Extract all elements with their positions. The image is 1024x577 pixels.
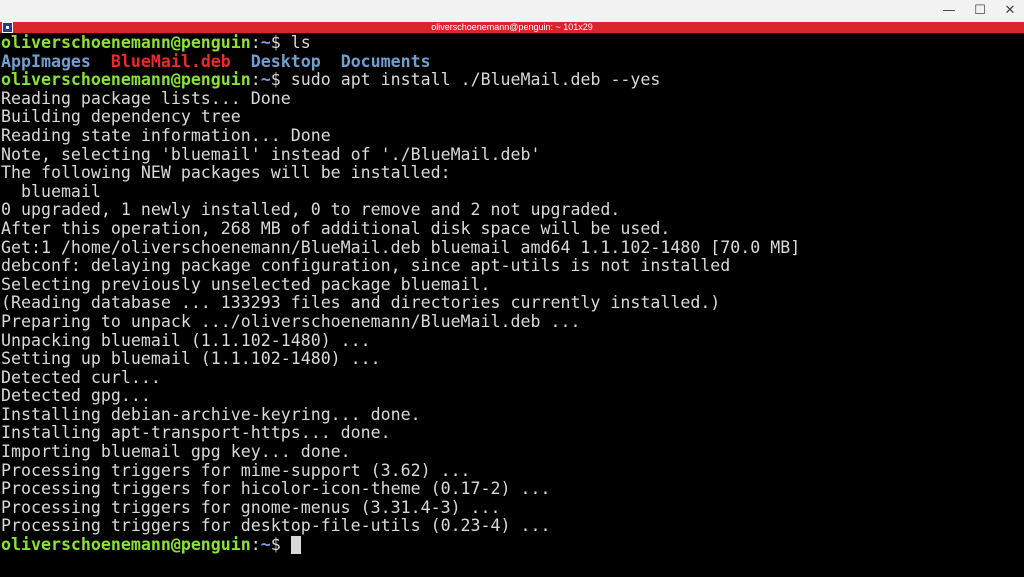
output-line: Processing triggers for hicolor-icon-the… xyxy=(1,479,551,499)
output-line: (Reading database ... 133293 files and d… xyxy=(1,293,721,313)
output-line: Processing triggers for desktop-file-uti… xyxy=(1,516,551,536)
prompt-separator: : xyxy=(250,70,261,90)
prompt-path: ~ xyxy=(260,70,271,90)
output-line: Setting up bluemail (1.1.102-1480) ... xyxy=(1,349,381,369)
output-line: Processing triggers for gnome-menus (3.3… xyxy=(1,497,501,517)
command-text: ls xyxy=(290,34,311,52)
minimize-button[interactable]: — xyxy=(934,0,964,22)
output-line: After this operation, 268 MB of addition… xyxy=(1,218,671,238)
ls-item-appimages: AppImages xyxy=(1,51,91,71)
ls-output-line: AppImages BlueMail.deb Desktop Documents xyxy=(0,51,1024,72)
output-line: Reading package lists... Done xyxy=(1,88,291,108)
output-line: debconf: delaying package configuration,… xyxy=(1,256,731,276)
maximize-button[interactable]: ☐ xyxy=(965,0,995,22)
output-line: Selecting previously unselected package … xyxy=(1,274,491,294)
output-line: Get:1 /home/oliverschoenemann/BlueMail.d… xyxy=(1,237,801,257)
output-line: Building dependency tree xyxy=(1,107,241,127)
command-output: Reading package lists... Done Building de… xyxy=(0,88,1024,536)
command-text: sudo apt install ./BlueMail.deb --yes xyxy=(290,70,661,90)
window-title: oliverschoenemann@penguin: ~ 101x29 xyxy=(431,22,593,32)
output-line: Unpacking bluemail (1.1.102-1480) ... xyxy=(1,330,371,350)
prompt-path: ~ xyxy=(260,34,271,52)
output-line: bluemail xyxy=(1,181,101,201)
terminal-output[interactable]: oliverschoenemann@penguin:~$ ls AppImage… xyxy=(0,34,1024,577)
prompt-path: ~ xyxy=(260,535,271,555)
prompt-symbol: $ xyxy=(270,34,291,52)
output-line: Installing debian-archive-keyring... don… xyxy=(1,404,421,424)
output-line: Detected gpg... xyxy=(1,386,151,406)
output-line: The following NEW packages will be insta… xyxy=(1,163,451,183)
prompt-user: oliverschoenemann@penguin xyxy=(1,535,251,555)
ls-item-documents: Documents xyxy=(340,51,431,71)
ls-item-desktop: Desktop xyxy=(250,51,321,71)
terminal-window: — ☐ ✕ oliverschoenemann@penguin: ~ 101x2… xyxy=(0,0,1024,577)
output-line: Reading state information... Done xyxy=(1,125,331,145)
output-line: Importing bluemail gpg key... done. xyxy=(1,442,351,462)
output-line: Detected curl... xyxy=(1,367,161,387)
window-top-bar: — ☐ ✕ xyxy=(0,0,1024,22)
prompt-symbol: $ xyxy=(270,535,291,555)
ls-item-bluemail-deb: BlueMail.deb xyxy=(110,51,231,71)
prompt-user: oliverschoenemann@penguin xyxy=(1,70,251,90)
output-line: Processing triggers for mime-support (3.… xyxy=(1,460,471,480)
prompt-line: oliverschoenemann@penguin:~$ ls xyxy=(0,34,1024,53)
prompt-separator: : xyxy=(250,34,261,52)
output-line: 0 upgraded, 1 newly installed, 0 to remo… xyxy=(1,200,621,220)
prompt-symbol: $ xyxy=(270,70,291,90)
prompt-line: oliverschoenemann@penguin:~$ sudo apt in… xyxy=(0,70,1024,90)
text-cursor xyxy=(290,536,301,555)
prompt-user: oliverschoenemann@penguin xyxy=(1,34,251,52)
prompt-separator: : xyxy=(250,535,261,555)
prompt-line: oliverschoenemann@penguin:~$ xyxy=(0,535,1024,555)
output-line: Installing apt-transport-https... done. xyxy=(1,423,391,443)
output-line: Note, selecting 'bluemail' instead of '.… xyxy=(1,144,541,164)
close-button[interactable]: ✕ xyxy=(995,0,1024,22)
output-line: Preparing to unpack .../oliverschoeneman… xyxy=(1,311,581,331)
